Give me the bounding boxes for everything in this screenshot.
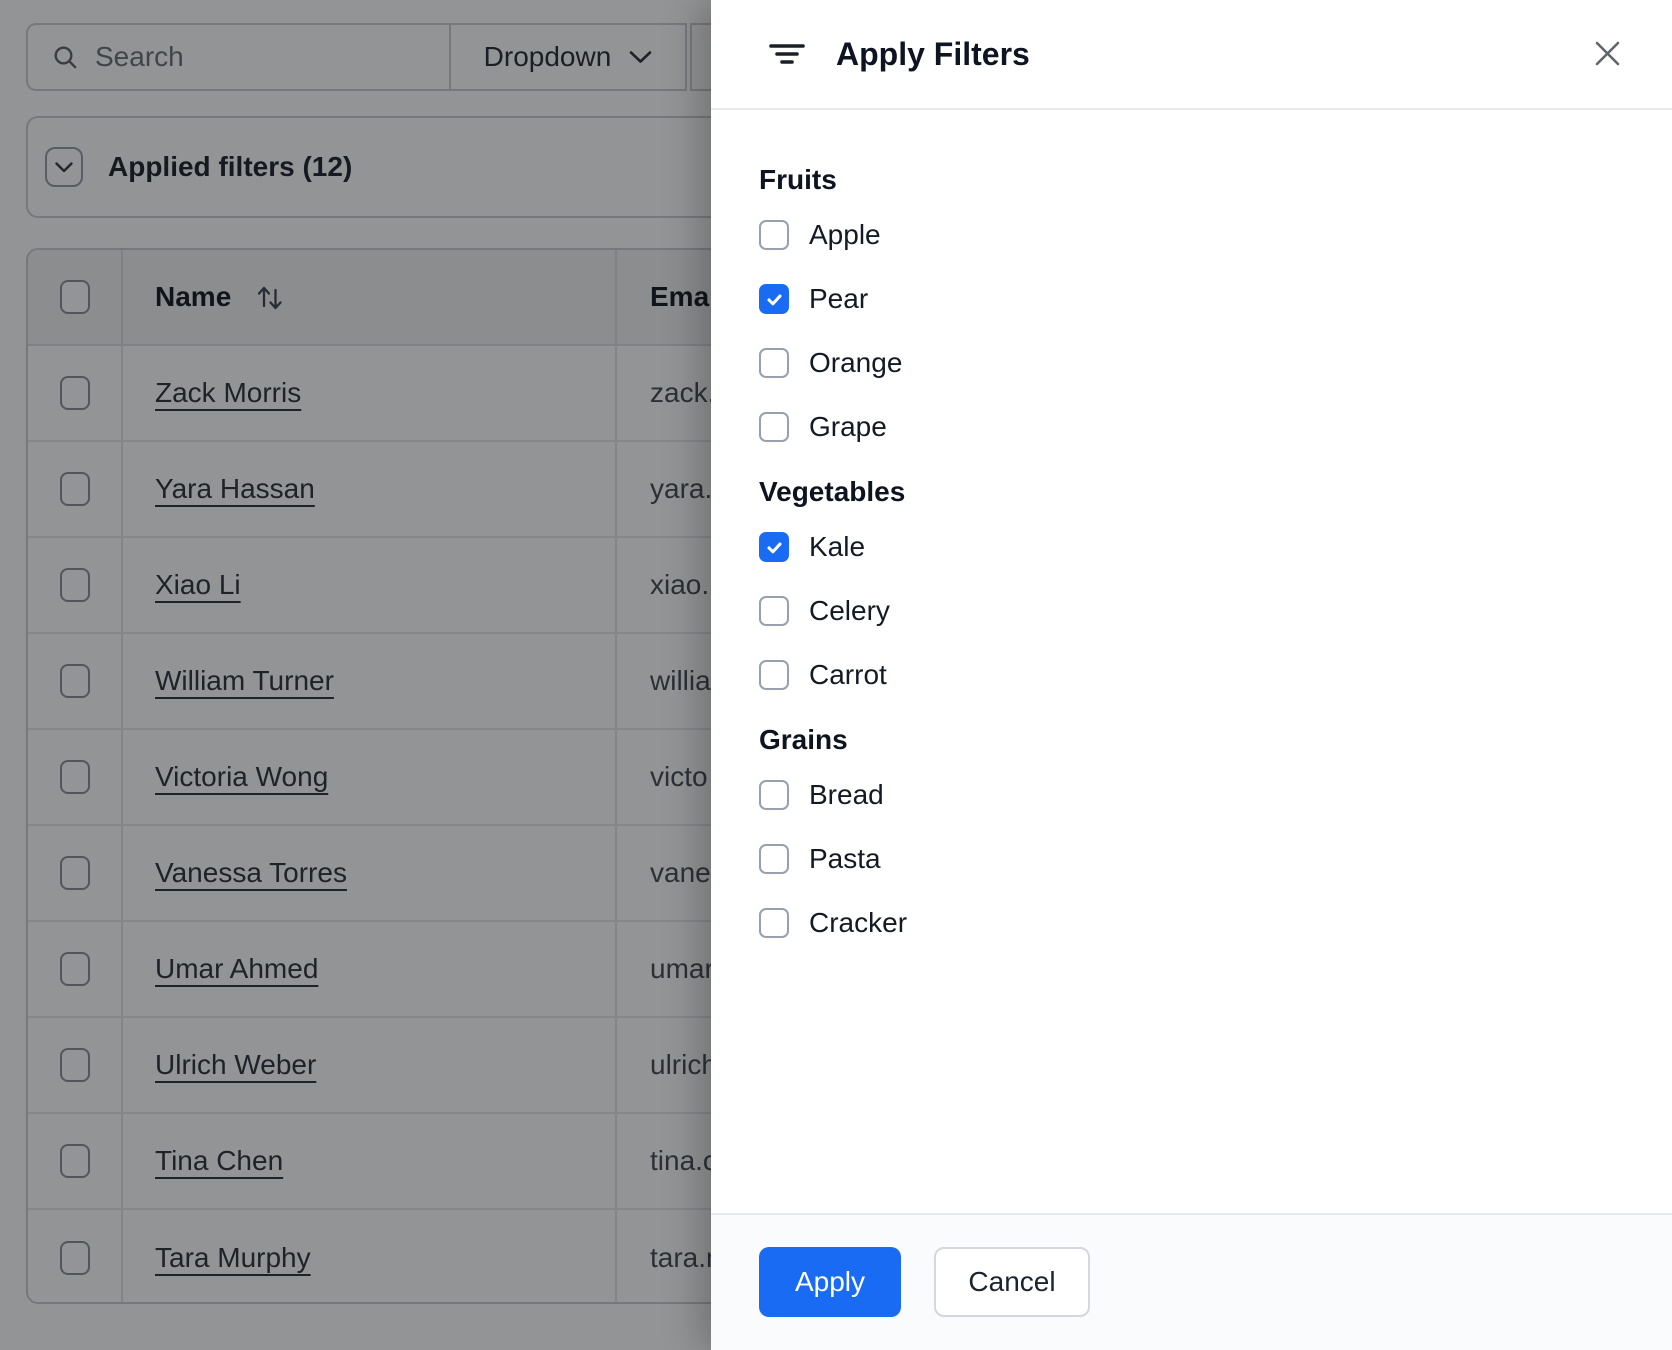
panel-header: Apply Filters [711, 0, 1672, 110]
filter-option-label: Cracker [809, 907, 908, 938]
check-icon [766, 293, 782, 305]
close-icon [1595, 41, 1619, 65]
filter-lines-icon [769, 44, 805, 64]
filter-checkbox[interactable] [759, 844, 789, 874]
filter-option[interactable]: Bread [759, 779, 1624, 810]
app-root: Dropdown Applied filters (12) N [0, 0, 1672, 1350]
filter-options: Bread Pasta Cracker [759, 779, 1624, 938]
filter-option-label: Orange [809, 347, 903, 378]
filter-section: Vegetables Kale Celery Carrot [759, 476, 1624, 690]
filter-option-label: Pear [809, 283, 869, 314]
panel-title: Apply Filters [836, 35, 1030, 72]
filter-checkbox[interactable] [759, 532, 789, 562]
filter-option-label: Apple [809, 219, 881, 250]
filter-option[interactable]: Orange [759, 347, 1624, 378]
filter-options: Kale Celery Carrot [759, 531, 1624, 690]
cancel-button[interactable]: Cancel [934, 1247, 1090, 1317]
filter-checkbox[interactable] [759, 412, 789, 442]
filter-checkbox[interactable] [759, 660, 789, 690]
filter-section-heading: Vegetables [759, 476, 906, 507]
filter-option-label: Grape [809, 411, 887, 442]
filter-section: Fruits Apple Pear Orange Grape [759, 164, 1624, 442]
apply-button[interactable]: Apply [759, 1247, 901, 1317]
filter-option[interactable]: Carrot [759, 659, 1624, 690]
check-icon [766, 541, 782, 553]
filter-option-label: Celery [809, 595, 890, 626]
filter-option[interactable]: Pear [759, 283, 1624, 314]
filter-options: Apple Pear Orange Grape [759, 219, 1624, 442]
close-button[interactable] [1584, 30, 1630, 76]
filter-checkbox[interactable] [759, 348, 789, 378]
filter-section-heading: Fruits [759, 164, 837, 195]
panel-footer: Apply Cancel [711, 1213, 1672, 1350]
filter-option-label: Bread [809, 779, 884, 810]
filter-option-label: Carrot [809, 659, 887, 690]
filter-option[interactable]: Grape [759, 411, 1624, 442]
filter-checkbox[interactable] [759, 284, 789, 314]
apply-filters-panel: Apply Filters Fruits Apple Pear Orange G… [711, 0, 1672, 1350]
filter-option[interactable]: Celery [759, 595, 1624, 626]
filter-sections: Fruits Apple Pear Orange Grape Vegetable… [711, 110, 1672, 938]
filter-checkbox[interactable] [759, 596, 789, 626]
filter-option-label: Pasta [809, 843, 881, 874]
filter-checkbox[interactable] [759, 780, 789, 810]
filter-option[interactable]: Apple [759, 219, 1624, 250]
filter-section: Grains Bread Pasta Cracker [759, 724, 1624, 938]
filter-option[interactable]: Pasta [759, 843, 1624, 874]
filter-option[interactable]: Cracker [759, 907, 1624, 938]
filter-checkbox[interactable] [759, 220, 789, 250]
filter-option-label: Kale [809, 531, 866, 562]
filter-section-heading: Grains [759, 724, 848, 755]
filter-checkbox[interactable] [759, 908, 789, 938]
filter-option[interactable]: Kale [759, 531, 1624, 562]
